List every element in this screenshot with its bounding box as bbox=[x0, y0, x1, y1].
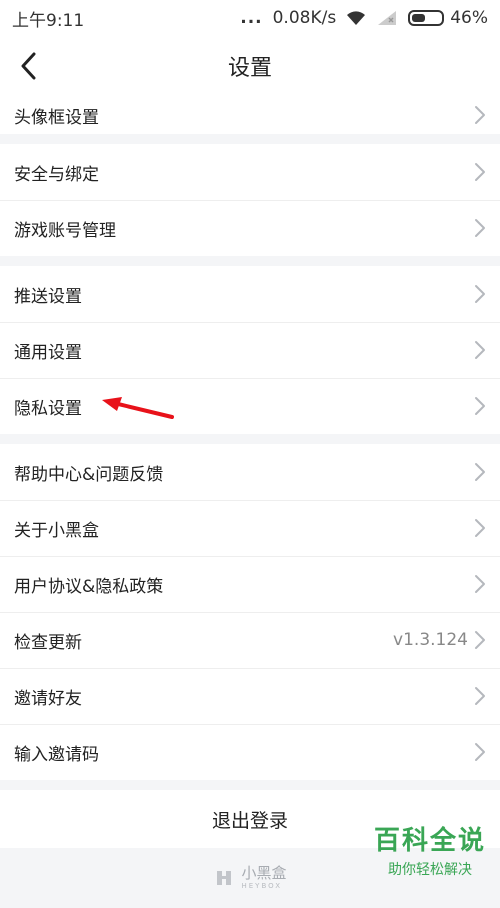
settings-group: 帮助中心&问题反馈 关于小黑盒用户协议&隐私政策 检查更新 v1.3.124 邀请好友输… bbox=[0, 444, 500, 780]
settings-row-label: 安全与绑定 bbox=[14, 164, 99, 185]
back-button[interactable] bbox=[8, 46, 48, 86]
network-speed: 0.08K/s bbox=[272, 8, 337, 28]
settings-list: 头像框设置安全与绑定游戏账号管理 推送设置通用设置隐私设置帮助中心&问题反馈 关于小… bbox=[0, 96, 500, 780]
watermark-subtitle: 助你轻松解决 bbox=[387, 862, 472, 878]
chevron-right-icon bbox=[475, 163, 485, 181]
battery-percent: 46% bbox=[450, 8, 488, 28]
notification-dots: ... bbox=[240, 8, 263, 28]
battery-indicator: 46% bbox=[408, 8, 488, 28]
watermark: 百科全说 助你轻松解决 bbox=[374, 820, 486, 879]
settings-row-label: 邀请好友 bbox=[14, 688, 82, 709]
settings-row[interactable]: 检查更新 v1.3.124 bbox=[0, 612, 500, 668]
settings-row-label: 游戏账号管理 bbox=[14, 220, 116, 241]
signal-icon bbox=[378, 11, 397, 25]
chevron-right-icon bbox=[475, 341, 485, 359]
battery-icon bbox=[408, 10, 445, 26]
settings-row-label: 输入邀请码 bbox=[14, 744, 99, 765]
page-title: 设置 bbox=[227, 56, 272, 81]
chevron-right-icon bbox=[475, 743, 485, 761]
chevron-right-icon bbox=[475, 519, 485, 537]
status-icons: ... 0.08K/s 46% bbox=[240, 8, 488, 28]
settings-row[interactable]: 帮助中心&问题反馈 bbox=[0, 444, 500, 500]
chevron-right-icon bbox=[475, 285, 485, 303]
heybox-logo-icon bbox=[217, 871, 232, 885]
settings-row[interactable]: 关于小黑盒 bbox=[0, 500, 500, 556]
settings-row-label: 推送设置 bbox=[14, 286, 82, 307]
status-bar: 上午9:11 ... 0.08K/s 46% bbox=[0, 0, 500, 36]
settings-row[interactable]: 头像框设置 bbox=[0, 96, 500, 134]
chevron-right-icon bbox=[475, 219, 485, 237]
nav-bar: 设置 bbox=[0, 36, 500, 96]
red-arrow-annotation bbox=[102, 397, 174, 419]
chevron-right-icon bbox=[475, 397, 485, 415]
settings-group: 安全与绑定游戏账号管理 bbox=[0, 144, 500, 256]
settings-row-label: 检查更新 bbox=[14, 632, 82, 653]
settings-row[interactable]: 游戏账号管理 bbox=[0, 200, 500, 256]
settings-row[interactable]: 输入邀请码 bbox=[0, 724, 500, 780]
settings-row[interactable]: 推送设置 bbox=[0, 266, 500, 322]
watermark-title: 百科全说 bbox=[373, 826, 486, 856]
wifi-icon bbox=[347, 11, 366, 25]
chevron-right-icon bbox=[475, 631, 485, 649]
settings-row-label: 用户协议&隐私政策 bbox=[14, 576, 164, 597]
chevron-right-icon bbox=[475, 106, 485, 124]
settings-row-label: 帮助中心&问题反馈 bbox=[14, 464, 164, 485]
settings-row[interactable]: 用户协议&隐私政策 bbox=[0, 556, 500, 612]
chevron-right-icon bbox=[475, 463, 485, 481]
status-time: 上午9:11 bbox=[12, 10, 85, 31]
settings-row[interactable]: 邀请好友 bbox=[0, 668, 500, 724]
chevron-right-icon bbox=[475, 687, 485, 705]
settings-row[interactable]: 隐私设置 bbox=[0, 378, 500, 434]
settings-row-label: 关于小黑盒 bbox=[14, 520, 99, 541]
back-arrow-icon bbox=[21, 52, 36, 80]
version-value: v1.3.124 bbox=[393, 630, 468, 650]
brand-name-cn: 小黑盒 bbox=[241, 864, 287, 882]
settings-row[interactable]: 通用设置 bbox=[0, 322, 500, 378]
settings-group: 头像框设置 bbox=[0, 96, 500, 134]
settings-group: 推送设置通用设置隐私设置 bbox=[0, 266, 500, 434]
settings-row[interactable]: 安全与绑定 bbox=[0, 144, 500, 200]
settings-row-label: 头像框设置 bbox=[14, 107, 99, 128]
settings-row-label: 通用设置 bbox=[14, 342, 82, 363]
chevron-right-icon bbox=[475, 575, 485, 593]
settings-row-label: 隐私设置 bbox=[14, 398, 82, 419]
